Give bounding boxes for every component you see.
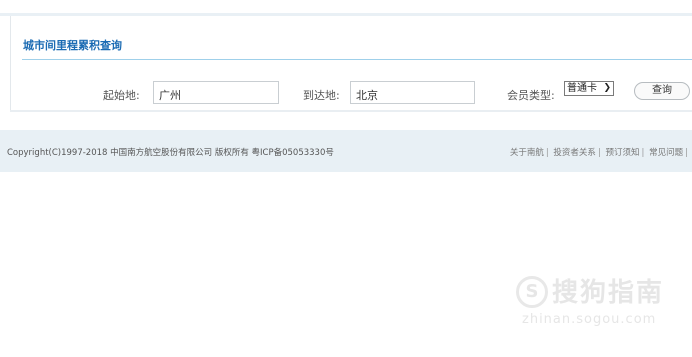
footer-link-faq[interactable]: 常见问题 — [649, 148, 683, 158]
member-type-label: 会员类型: — [507, 89, 555, 102]
link-separator: | — [641, 148, 645, 158]
copyright-text: Copyright(C)1997-2018 中国南方航空股份有限公司 版权所有 … — [7, 148, 334, 158]
member-type-value: 普通卡 — [567, 83, 597, 94]
panel-title: 城市间里程累积查询 — [23, 39, 122, 52]
footer-link-investors[interactable]: 投资者关系 — [553, 148, 596, 158]
footer-link-booking[interactable]: 预订须知 — [606, 148, 640, 158]
sogou-logo-icon: S — [516, 276, 548, 308]
watermark-url: zhinan.sogou.com — [522, 312, 657, 327]
query-button[interactable]: 查询 — [634, 82, 690, 100]
link-separator: | — [597, 148, 601, 158]
footer-link-about[interactable]: 关于南航 — [510, 148, 544, 158]
destination-label: 到达地: — [303, 89, 340, 102]
title-divider — [22, 59, 692, 60]
panel-bottom-rule — [10, 110, 692, 112]
watermark: S 搜狗指南 zhinan.sogou.com — [516, 272, 676, 342]
member-type-select[interactable]: 普通卡 ❯ — [564, 81, 614, 96]
chevron-down-icon: ❯ — [603, 83, 611, 93]
footer-links: 关于南航 | 投资者关系 | 预订须知 | 常见问题 | — [509, 146, 689, 158]
origin-input[interactable]: 广州 — [153, 81, 279, 104]
destination-input[interactable]: 北京 — [350, 81, 475, 104]
link-separator: | — [685, 148, 688, 158]
footer: Copyright(C)1997-2018 中国南方航空股份有限公司 版权所有 … — [0, 130, 692, 172]
link-separator: | — [545, 148, 549, 158]
watermark-text: 搜狗指南 — [552, 278, 665, 308]
origin-label: 起始地: — [103, 89, 140, 102]
